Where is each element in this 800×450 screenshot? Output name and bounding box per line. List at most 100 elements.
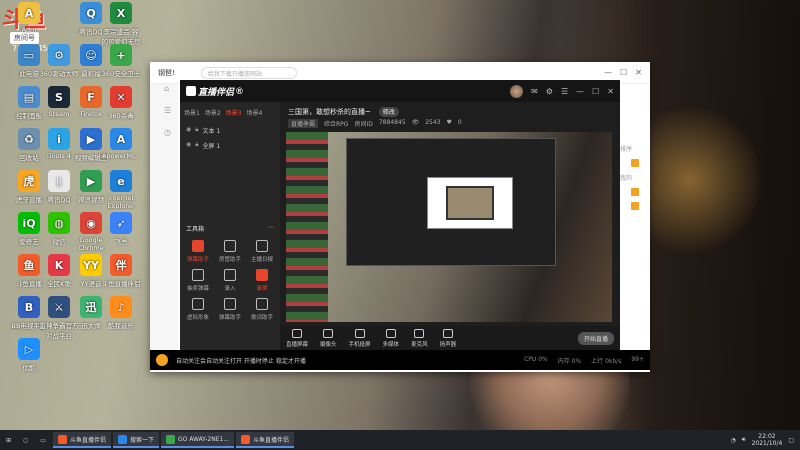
lock-icon[interactable]: 🔒︎ bbox=[195, 126, 198, 135]
toolbox-item[interactable]: 弹幕助手 bbox=[214, 298, 246, 321]
app-icon: X bbox=[110, 2, 132, 24]
edit-room-button[interactable]: 修改 bbox=[378, 107, 399, 117]
toolbox-item[interactable]: 录屏 bbox=[246, 269, 278, 292]
desktop-icon-label: 360杀毒 bbox=[108, 112, 134, 120]
right-label-sort: 排序 bbox=[620, 146, 633, 153]
stream-action-button[interactable]: 手机投屏 bbox=[349, 328, 371, 348]
clock-date: 2021/10/4 bbox=[751, 440, 783, 447]
stream-action-button[interactable]: 摄像头 bbox=[320, 328, 337, 348]
toolbox-item[interactable]: 歌词助手 bbox=[246, 298, 278, 321]
minimize-icon[interactable]: — bbox=[604, 68, 612, 77]
toolbox-item-label: 主播日报 bbox=[250, 257, 273, 263]
desktop-icon[interactable]: +360安全卫士 bbox=[100, 44, 142, 78]
app-icon bbox=[241, 434, 251, 444]
stream-action-label: 直播屏幕 bbox=[286, 341, 309, 348]
desktop-icon[interactable]: ▷ 优酷 bbox=[8, 338, 50, 372]
desktop-icon[interactable]: ✕ 360杀毒 bbox=[100, 86, 142, 120]
close-icon[interactable]: ✕ bbox=[635, 68, 642, 77]
stream-action-button[interactable]: 多媒体 bbox=[382, 328, 400, 348]
desktop-icon[interactable]: ➶ 飞书 bbox=[100, 212, 142, 246]
task-view-icon[interactable]: ▭ bbox=[34, 430, 52, 450]
desktop-icon[interactable]: X 李宗盛品·容 的可爱们无尽 bbox=[100, 2, 142, 46]
stream-action-label: 扬声器 bbox=[439, 341, 457, 348]
volume-icon[interactable]: 🔊︎ bbox=[742, 436, 746, 444]
taskbar-task[interactable]: GO AWAY-2NE1... bbox=[160, 432, 235, 448]
room-title-row: 三国第，敢想秒杀的直播~ 修改 bbox=[280, 102, 620, 119]
desktop-icon[interactable]: 伴斗鱼直播伴侣 bbox=[100, 254, 142, 288]
desktop-icon[interactable]: A Adm bbox=[8, 2, 50, 34]
toolbox-item[interactable]: 录入 bbox=[214, 269, 246, 292]
maximize-icon[interactable]: ☐ bbox=[592, 87, 599, 96]
clock[interactable]: 22:02 2021/10/4 bbox=[752, 433, 783, 447]
sidebar-icon[interactable]: ◷ bbox=[150, 128, 178, 150]
app-icon: ▶ bbox=[80, 128, 102, 150]
browser-search-input[interactable]: 给我下载只播放网站 bbox=[200, 66, 297, 79]
eye-icon[interactable]: ◉ bbox=[186, 141, 191, 150]
source-item[interactable]: ◉ 🔒︎ 文本 1 bbox=[180, 123, 280, 138]
desktop-icon[interactable]: ♪ 酷我音乐 bbox=[100, 296, 142, 330]
toolbox-item[interactable]: 房管助手 bbox=[214, 240, 246, 263]
stream-action-label: 多媒体 bbox=[382, 341, 400, 348]
desktop-icon[interactable]: A ApowerMi... bbox=[100, 128, 142, 160]
notification-icon[interactable]: ▢ bbox=[788, 437, 794, 444]
tab-scene[interactable]: 场景1 bbox=[184, 108, 200, 117]
start-stream-button[interactable]: 开始直播 bbox=[577, 331, 614, 345]
tab-scene[interactable]: 场景3 bbox=[226, 108, 242, 117]
taskbar-task[interactable]: 斗鱼直播伴侣 bbox=[52, 432, 111, 448]
like-count: 0 bbox=[457, 119, 462, 126]
settings-icon[interactable]: ⚙ bbox=[546, 87, 553, 96]
live-assistant-window[interactable]: 直播伴侣 ® ✉ ⚙ ☰ — ☐ ✕ 场景1 场景2 场景3 场景4 ◉ 🔒︎ 文本 … bbox=[180, 80, 620, 350]
toolbox-item[interactable]: 弹幕助手 bbox=[182, 240, 214, 263]
tool-icon bbox=[224, 240, 236, 252]
message-icon[interactable]: ✉ bbox=[531, 87, 538, 96]
source-label: 文本 1 bbox=[202, 128, 221, 135]
tag-icon bbox=[631, 202, 639, 210]
room-category[interactable]: 直播争霸 bbox=[288, 119, 319, 128]
stream-action-button[interactable]: 麦克风 bbox=[411, 328, 428, 348]
app-icon: 鱼 bbox=[18, 254, 40, 276]
more-icon[interactable]: ⋯ bbox=[268, 224, 274, 233]
app-icon: 伴 bbox=[110, 254, 132, 276]
stream-action-button[interactable]: 扬声器 bbox=[439, 328, 457, 348]
toolbox-item[interactable]: 虚拟形象 bbox=[182, 298, 214, 321]
app-titlebar: 直播伴侣 ® ✉ ⚙ ☰ — ☐ ✕ bbox=[180, 80, 620, 102]
search-icon[interactable]: ○ bbox=[17, 430, 34, 450]
minimize-icon[interactable]: — bbox=[576, 87, 584, 96]
upload-stat: 上行 0kb/s bbox=[591, 357, 622, 365]
maximize-icon[interactable]: ☐ bbox=[620, 68, 627, 77]
menu-icon[interactable]: ☰ bbox=[561, 87, 568, 96]
toolbox-item[interactable]: 主播日报 bbox=[246, 240, 278, 263]
desktop-icon-label: Adm bbox=[21, 26, 37, 34]
taskbar-task-label: 斗鱼直播伴侣 bbox=[69, 436, 106, 444]
stream-action-button[interactable]: 直播屏幕 bbox=[286, 328, 309, 348]
app-icon: ♪ bbox=[110, 296, 132, 318]
desktop-icon[interactable]: e Internet Explorer bbox=[100, 170, 142, 210]
start-button[interactable]: ⊞ bbox=[0, 430, 17, 450]
source-item[interactable]: ◉ 🔒︎ 全屏 1 bbox=[180, 138, 280, 153]
toolbox-item[interactable]: 抽奖弹幕 bbox=[182, 269, 214, 292]
stream-preview[interactable] bbox=[286, 132, 612, 322]
taskbar-task[interactable]: 斗鱼直播伴侣 bbox=[236, 432, 295, 448]
message-counter[interactable]: 99+ bbox=[631, 356, 644, 365]
avatar[interactable] bbox=[510, 84, 524, 98]
app-icon: A bbox=[110, 128, 132, 150]
system-tray: ◔ 🔊︎ 22:02 2021/10/4 ▢ bbox=[731, 433, 800, 447]
desktop-icon-label: 李宗盛品·容 的可爱们无尽 bbox=[101, 28, 141, 46]
sidebar-icon[interactable]: ⌂ bbox=[150, 84, 178, 106]
sidebar-icon[interactable]: ☰ bbox=[150, 106, 178, 128]
taskbar-task-label: 斗鱼直播伴侣 bbox=[253, 436, 290, 444]
desktop-icon-label: 飞书 bbox=[114, 238, 128, 246]
browser-window-controls: — ☐ ✕ bbox=[604, 68, 642, 77]
action-icon bbox=[385, 328, 396, 338]
network-icon[interactable]: ◔ bbox=[731, 437, 736, 444]
preview-nested-inner bbox=[427, 177, 513, 229]
eye-icon[interactable]: ◉ bbox=[186, 126, 191, 135]
tool-icon bbox=[256, 298, 268, 310]
close-icon[interactable]: ✕ bbox=[607, 87, 614, 96]
tab-scene[interactable]: 场景2 bbox=[205, 108, 221, 117]
lock-icon[interactable]: 🔒︎ bbox=[195, 141, 198, 150]
preview-nested-frame bbox=[446, 186, 494, 220]
taskbar-task[interactable]: 搜索一下 bbox=[112, 432, 159, 448]
action-icon bbox=[442, 328, 453, 338]
tab-scene[interactable]: 场景4 bbox=[246, 108, 262, 117]
